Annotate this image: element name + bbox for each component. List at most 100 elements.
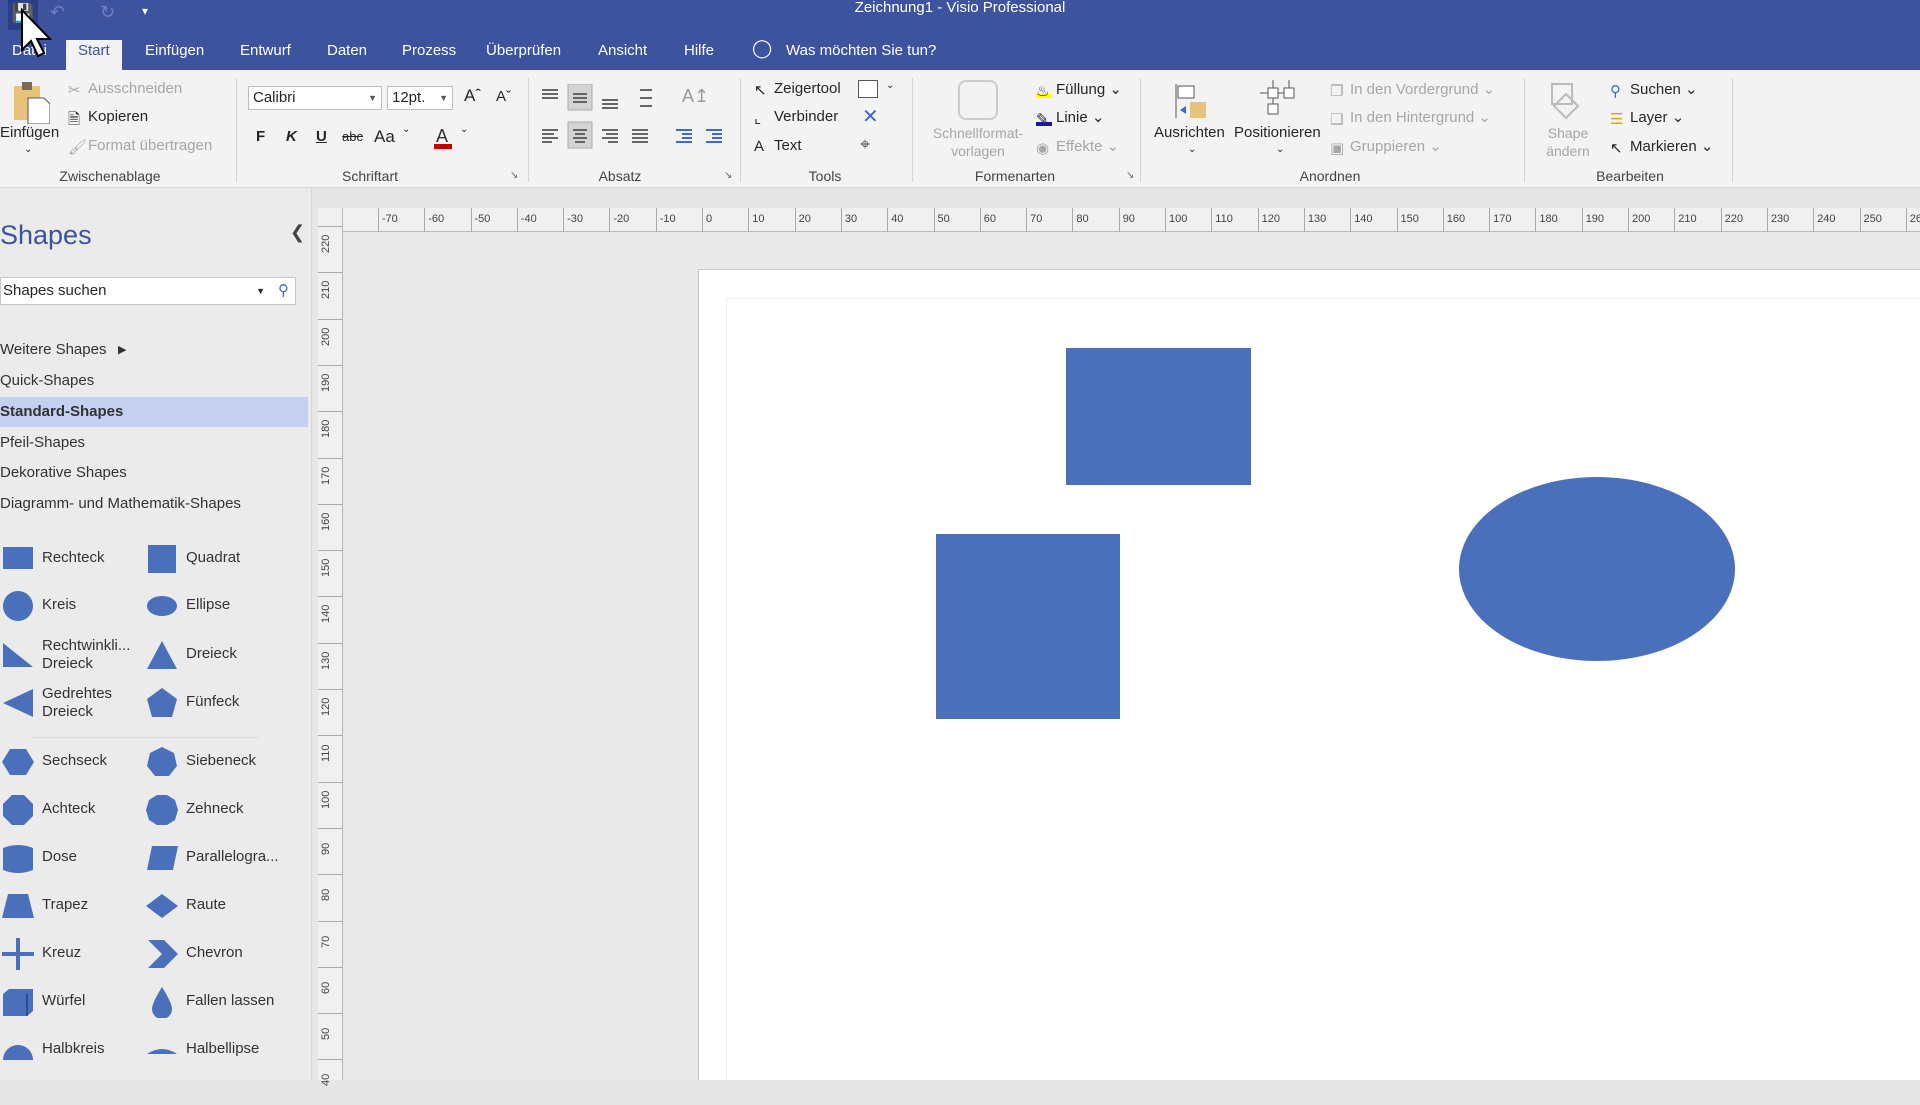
- italic-button[interactable]: K: [286, 128, 297, 145]
- group-button[interactable]: ▣ Gruppieren ⌄: [1330, 137, 1442, 157]
- position-icon[interactable]: [1256, 78, 1300, 118]
- font-color-icon[interactable]: A: [433, 124, 453, 150]
- tab-einfuegen[interactable]: Einfügen: [133, 40, 216, 70]
- pointer-tool-button[interactable]: ↖ Zeigertool: [754, 80, 841, 99]
- dialog-launcher-icon[interactable]: ↘: [724, 170, 732, 181]
- line-button[interactable]: ✎ Linie ⌄: [1036, 108, 1104, 128]
- indent-buttons[interactable]: [676, 122, 732, 148]
- stencil-diamond[interactable]: Raute: [146, 884, 286, 926]
- tell-me-search[interactable]: Was möchten Sie tun?: [786, 40, 936, 62]
- search-icon[interactable]: ⚲: [278, 278, 289, 304]
- quick-styles-icon[interactable]: [958, 80, 998, 120]
- copy-button[interactable]: 🗎 Kopieren: [68, 108, 148, 128]
- horizontal-ruler[interactable]: -70 -60 -50 -40 -30 -20 -10 0 10 20 30 40 50 60 70 80 90…: [343, 208, 1920, 232]
- tab-entwurf[interactable]: Entwurf: [228, 40, 303, 70]
- font-size-select[interactable]: 12pt. ▼: [387, 86, 453, 110]
- chevron-right-icon: ▶: [118, 344, 127, 356]
- category-standard-shapes[interactable]: Standard-Shapes: [0, 397, 308, 427]
- paste-dropdown-icon[interactable]: ⌄: [24, 144, 32, 155]
- stencil-can[interactable]: Dose: [2, 836, 142, 878]
- stencil-chevron[interactable]: Chevron: [146, 932, 286, 974]
- find-button[interactable]: ⚲ Suchen ⌄: [1610, 80, 1698, 100]
- chevron-down-icon[interactable]: ⌄: [1276, 144, 1284, 155]
- bullets-button[interactable]: [640, 84, 660, 110]
- align-top-button[interactable]: [540, 84, 600, 110]
- stencil-octagon[interactable]: Achteck: [2, 788, 142, 830]
- underline-button[interactable]: U: [316, 128, 327, 145]
- select-button[interactable]: ↖ Markieren ⌄: [1610, 137, 1713, 157]
- stencil-half-ellipse[interactable]: Halbellipse: [146, 1028, 286, 1070]
- crop-icon[interactable]: ⌖: [860, 134, 870, 155]
- stencil-drop[interactable]: Fallen lassen: [146, 980, 286, 1022]
- align-button[interactable]: Ausrichten: [1154, 124, 1225, 141]
- fill-button[interactable]: ♨ Füllung ⌄: [1036, 80, 1122, 100]
- chevron-down-icon[interactable]: ⌄: [886, 80, 894, 91]
- chevron-down-icon[interactable]: ▼: [256, 278, 265, 304]
- tab-hilfe[interactable]: Hilfe: [672, 40, 726, 70]
- change-case-button[interactable]: Aa: [374, 127, 395, 147]
- tab-prozess[interactable]: Prozess: [390, 40, 468, 70]
- connector-button[interactable]: ⌞ Verbinder: [754, 108, 838, 127]
- stencil-heptagon[interactable]: Siebeneck: [146, 740, 286, 782]
- stencil-rotated-triangle[interactable]: Gedrehtes Dreieck: [2, 681, 142, 723]
- paste-button[interactable]: Einfügen: [0, 124, 59, 141]
- change-shape-button[interactable]: Shape ändern: [1538, 124, 1598, 160]
- pentagon-icon: [147, 688, 177, 717]
- effects-button[interactable]: ◉ Effekte ⌄: [1036, 137, 1119, 157]
- paste-icon[interactable]: [12, 80, 51, 125]
- category-dekorative-shapes[interactable]: Dekorative Shapes: [0, 458, 308, 488]
- rectangle-tool-icon[interactable]: [858, 80, 878, 98]
- position-button[interactable]: Positionieren: [1234, 124, 1321, 141]
- stencil-circle[interactable]: Kreis: [2, 584, 142, 626]
- text-direction-icon[interactable]: A↥: [682, 86, 709, 107]
- shapes-search-input[interactable]: Shapes suchen ▼ ⚲: [0, 277, 296, 305]
- tab-ansicht[interactable]: Ansicht: [586, 40, 659, 70]
- stencil-parallelogram[interactable]: Parallelogra...: [146, 836, 286, 878]
- tab-daten[interactable]: Daten: [315, 40, 379, 70]
- text-tool-button[interactable]: A Text: [754, 137, 802, 155]
- drawn-square[interactable]: [936, 534, 1120, 719]
- category-weitere-shapes[interactable]: Weitere Shapes ▶: [0, 335, 308, 365]
- dialog-launcher-icon[interactable]: ↘: [510, 170, 518, 181]
- quick-styles-button[interactable]: Schnellformat-vorlagen: [926, 124, 1030, 160]
- drawn-rectangle[interactable]: [1066, 348, 1251, 485]
- stencil-right-triangle[interactable]: Rechtwinkli... Dreieck: [2, 633, 142, 675]
- stencil-rectangle[interactable]: Rechteck: [2, 537, 142, 579]
- tab-start[interactable]: Start: [66, 40, 122, 70]
- stencil-triangle[interactable]: Dreieck: [146, 633, 286, 675]
- shrink-font-icon[interactable]: Aˇ: [496, 88, 511, 105]
- chevron-down-icon[interactable]: ⌄: [460, 124, 468, 135]
- drawn-ellipse[interactable]: [1459, 477, 1735, 661]
- category-pfeil-shapes[interactable]: Pfeil-Shapes: [0, 428, 308, 458]
- cut-button[interactable]: ✂ Ausschneiden: [68, 80, 182, 99]
- connection-point-icon[interactable]: ✕: [862, 104, 879, 129]
- dialog-launcher-icon[interactable]: ↘: [1126, 170, 1134, 181]
- tab-ueberpruefen[interactable]: Überprüfen: [474, 40, 573, 70]
- align-text-buttons[interactable]: [540, 122, 670, 148]
- category-quick-shapes[interactable]: Quick-Shapes: [0, 366, 308, 396]
- stencil-pentagon[interactable]: Fünfeck: [146, 681, 286, 723]
- font-name-select[interactable]: Calibri ▼: [248, 86, 382, 110]
- chevron-down-icon[interactable]: ⌄: [1188, 144, 1196, 155]
- stencil-half-circle[interactable]: Halbkreis: [2, 1028, 142, 1070]
- category-diagramm-shapes[interactable]: Diagramm- und Mathematik-Shapes: [0, 489, 308, 519]
- align-icon[interactable]: [1172, 80, 1212, 120]
- vertical-ruler[interactable]: 220 210 200 190 180 170 160 150 140 130 120 110 100 9…: [318, 208, 343, 1086]
- collapse-panel-icon[interactable]: ❮: [290, 222, 305, 243]
- stencil-decagon[interactable]: Zehneck: [146, 788, 286, 830]
- send-to-back-button[interactable]: ❏ In den Hintergrund ⌄: [1330, 108, 1491, 128]
- format-painter-button[interactable]: 🖌Format übertragen: [68, 137, 212, 156]
- change-shape-icon[interactable]: [1548, 80, 1588, 120]
- strikethrough-button[interactable]: abc: [342, 129, 363, 144]
- bring-to-front-button[interactable]: ❐ In den Vordergrund ⌄: [1330, 80, 1495, 100]
- stencil-hexagon[interactable]: Sechseck: [2, 740, 142, 782]
- chevron-down-icon[interactable]: ⌄: [402, 124, 410, 135]
- grow-font-icon[interactable]: Aˆ: [464, 86, 481, 106]
- stencil-ellipse[interactable]: Ellipse: [146, 584, 286, 626]
- stencil-trapezoid[interactable]: Trapez: [2, 884, 142, 926]
- bold-button[interactable]: F: [256, 128, 265, 145]
- stencil-cross[interactable]: Kreuz: [2, 932, 142, 974]
- layers-button[interactable]: ☰ Layer ⌄: [1610, 108, 1684, 128]
- stencil-square[interactable]: Quadrat: [146, 537, 286, 579]
- stencil-cube[interactable]: Würfel: [2, 980, 142, 1022]
